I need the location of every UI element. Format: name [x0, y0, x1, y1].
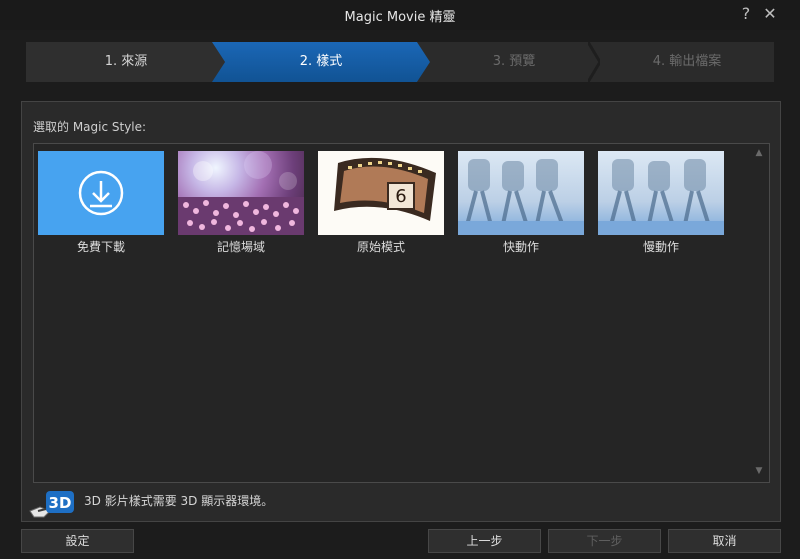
step-separator-icon	[588, 42, 600, 82]
step-style[interactable]: 2. 樣式	[212, 42, 430, 82]
style-thumb-original[interactable]: 6	[318, 151, 444, 235]
film-strip-image: 6	[318, 151, 444, 235]
window-title: Magic Movie 精靈	[344, 10, 456, 25]
download-icon	[78, 170, 124, 216]
wizard-steps: 1. 來源 2. 樣式 3. 預覽 4. 輸出檔案	[26, 42, 774, 82]
style-thumb-memory[interactable]	[178, 151, 304, 235]
title-bar: Magic Movie 精靈 ? ✕	[0, 0, 800, 30]
style-thumb-free-download[interactable]	[38, 151, 164, 235]
cancel-button[interactable]: 取消	[668, 529, 781, 553]
3d-note-text: 3D 影片樣式需要 3D 顯示器環境。	[84, 494, 274, 508]
style-label: 原始模式	[356, 240, 405, 254]
step-preview: 3. 預覽	[492, 54, 536, 69]
style-thumb-fast-motion[interactable]	[458, 151, 584, 235]
scroll-down-icon[interactable]: ▼	[752, 466, 766, 478]
help-button[interactable]: ?	[736, 4, 756, 24]
step-source[interactable]: 1. 來源	[26, 42, 226, 82]
3d-glasses-icon: 3D	[28, 489, 76, 519]
style-label: 記憶場域	[216, 240, 265, 254]
scroll-up-icon[interactable]: ▲	[752, 148, 766, 160]
close-button[interactable]: ✕	[760, 4, 780, 24]
back-button[interactable]: 上一步	[428, 529, 541, 553]
runner-image	[598, 159, 724, 235]
style-label: 快動作	[502, 240, 539, 254]
style-thumb-slow-motion[interactable]	[598, 151, 724, 235]
settings-button[interactable]: 設定	[21, 529, 134, 553]
flower-field-image	[178, 151, 304, 235]
step-output: 4. 輸出檔案	[652, 54, 722, 69]
runner-image	[458, 159, 584, 235]
svg-text:6: 6	[395, 186, 406, 207]
style-label: 慢動作	[642, 240, 679, 254]
style-label: 免費下載	[76, 240, 125, 254]
section-label: 選取的 Magic Style:	[33, 120, 147, 134]
next-button[interactable]: 下一步	[548, 529, 661, 553]
3d-badge-text: 3D	[49, 494, 72, 512]
